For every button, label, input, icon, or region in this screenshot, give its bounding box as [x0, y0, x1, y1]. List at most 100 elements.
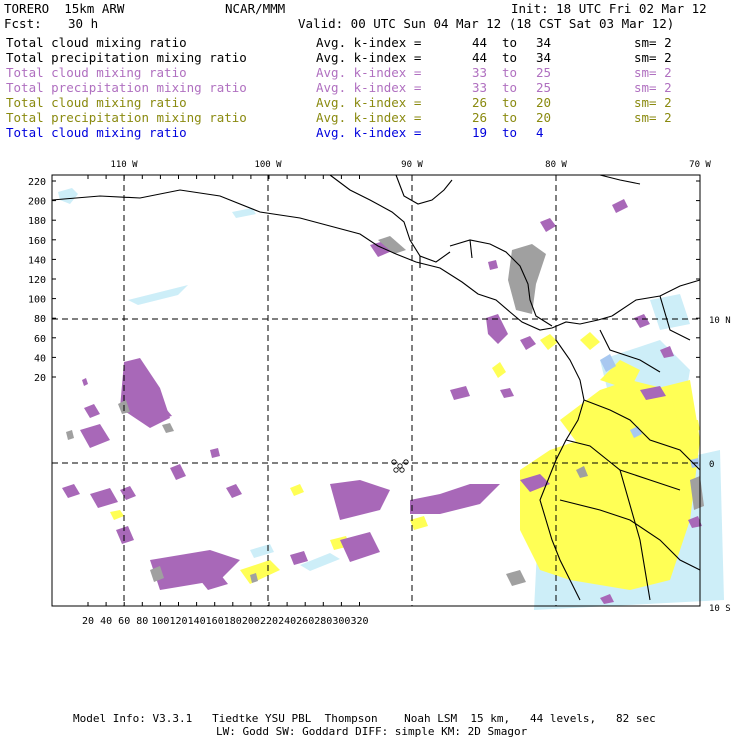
cloud-light-blob [250, 544, 274, 558]
map: 110 W 100 W 90 W 80 W 70 W10 N010 S20 40 60 80 1… [28, 160, 731, 627]
cloud-light-blob [300, 553, 340, 571]
legend-row: Total cloud mixing ratio Avg. k-index = 33… [6, 66, 736, 81]
grid-x-tick-label: 320 [350, 616, 368, 627]
legend-kindex: Avg. k-index = [316, 50, 422, 65]
cloud-gray-blob [66, 430, 74, 440]
legend-kindex: Avg. k-index = [316, 110, 422, 125]
physics-info: LW: Godd SW: Goddard DIFF: simple KM: 2D… [216, 725, 528, 738]
cloud-purple-blob [116, 526, 134, 544]
cloud-yellow-blob [580, 332, 600, 350]
cloud-purple-blob [80, 424, 110, 448]
cloud-purple-blob [410, 484, 500, 514]
galapagos-island [393, 467, 399, 473]
longitude-label: 70 W [689, 160, 711, 170]
longitude-label: 110 W [110, 160, 138, 170]
cloud-gray-blob [506, 570, 526, 586]
cloud-light-blob [650, 294, 690, 330]
cloud-purple-blob [226, 484, 242, 498]
grid-x-tick-label: 180 [224, 616, 242, 627]
legend-field: Total precipitation mixing ratio [6, 50, 247, 65]
organization: NCAR/MMM [225, 1, 286, 16]
grid-x-tick-label: 220 [260, 616, 278, 627]
longitude-label: 90 W [401, 160, 423, 170]
cloud-purple-blob [450, 386, 470, 400]
grid-y-tick-label: 100 [28, 295, 46, 306]
coastline [599, 174, 641, 185]
legend-to: 34 [536, 50, 552, 65]
model-name: TORERO 15km ARW [4, 1, 125, 16]
grid-x-tick-label: 280 [314, 616, 332, 627]
grid-y-tick-label: 60 [34, 334, 46, 345]
cloud-light-blob [128, 285, 188, 305]
grid-x-tick-label: 140 [188, 616, 206, 627]
legend-from: 33 [472, 65, 488, 80]
model-info: Model Info: V3.3.1 Tiedtke YSU PBL Thomp… [73, 712, 656, 725]
grid-x-tick-label: 80 [136, 616, 148, 627]
cloud-purple-blob [520, 336, 536, 350]
legend-row: Total cloud mixing ratio Avg. k-index = 26… [6, 96, 736, 111]
legend-from: 44 [472, 50, 488, 65]
legend-to-word: to [502, 80, 518, 95]
legend-to: 34 [536, 35, 552, 50]
forecast-label: Fcst: [4, 16, 42, 31]
legend-field: Total precipitation mixing ratio [6, 80, 247, 95]
grid-y-tick-label: 200 [28, 197, 46, 208]
forecast-hour: 30 h [68, 16, 99, 31]
grid-y-tick-label: 140 [28, 255, 46, 266]
legend-from: 26 [472, 110, 488, 125]
legend-to: 20 [536, 110, 552, 125]
cloud-purple-blob [84, 404, 100, 418]
legend-field: Total cloud mixing ratio [6, 125, 187, 140]
legend-to: 25 [536, 65, 552, 80]
grid-y-tick-label: 20 [34, 373, 46, 384]
cloud-purple-blob [540, 218, 556, 232]
legend-field: Total cloud mixing ratio [6, 35, 187, 50]
longitude-label: 80 W [545, 160, 567, 170]
cloud-light-blob [58, 188, 78, 204]
grid-x-tick-label: 60 [118, 616, 130, 627]
grid-x-tick-label: 260 [296, 616, 314, 627]
latitude-label: 10 S [709, 604, 731, 614]
grid-x-tick-label: 100 [151, 616, 169, 627]
legend-to-word: to [502, 95, 518, 110]
cloud-purple-blob [90, 488, 118, 508]
legend-to-word: to [502, 35, 518, 50]
header: TORERO 15km ARW NCAR/MMM Init: 18 UTC Fr… [0, 0, 740, 150]
galapagos-island [403, 459, 409, 465]
legend-to-word: to [502, 50, 518, 65]
legend-to-word: to [502, 125, 518, 140]
legend-smoothing: sm= 2 [634, 50, 672, 65]
legend-from: 26 [472, 95, 488, 110]
legend-kindex: Avg. k-index = [316, 65, 422, 80]
grid-y-tick-label: 220 [28, 177, 46, 188]
legend-row: Total cloud mixing ratio Avg. k-index = 44… [6, 36, 736, 51]
legend-to-word: to [502, 65, 518, 80]
grid-y-tick-label: 120 [28, 275, 46, 286]
grid-y-tick-label: 80 [34, 314, 46, 325]
grid-y-tick-label: 180 [28, 216, 46, 227]
legend-smoothing: sm= 2 [634, 95, 672, 110]
cloud-purple-blob [62, 484, 80, 498]
legend-field: Total cloud mixing ratio [6, 95, 187, 110]
cloud-yellow-blob [240, 560, 280, 584]
legend-kindex: Avg. k-index = [316, 35, 422, 50]
grid-y-tick-label: 40 [34, 353, 46, 364]
grid-x-tick-label: 120 [169, 616, 187, 627]
latitude-label: 0 [709, 460, 714, 470]
grid-x-tick-label: 40 [100, 616, 112, 627]
cloud-yellow-blob [410, 516, 428, 530]
grid-x-tick-label: 200 [242, 616, 260, 627]
latitude-label: 10 N [709, 316, 731, 326]
legend-row: Total precipitation mixing ratio Avg. k-i… [6, 111, 736, 126]
legend-to: 20 [536, 95, 552, 110]
legend-to: 4 [536, 125, 544, 140]
coastline [395, 174, 453, 205]
legend-to: 25 [536, 80, 552, 95]
legend-from: 44 [472, 35, 488, 50]
coastline [469, 239, 473, 259]
cloud-purple-blob [120, 486, 136, 500]
cloud-purple-blob [488, 260, 498, 270]
legend-smoothing: sm= 2 [634, 65, 672, 80]
cloud-purple-blob [82, 378, 88, 386]
cloud-purple-blob [330, 480, 390, 520]
